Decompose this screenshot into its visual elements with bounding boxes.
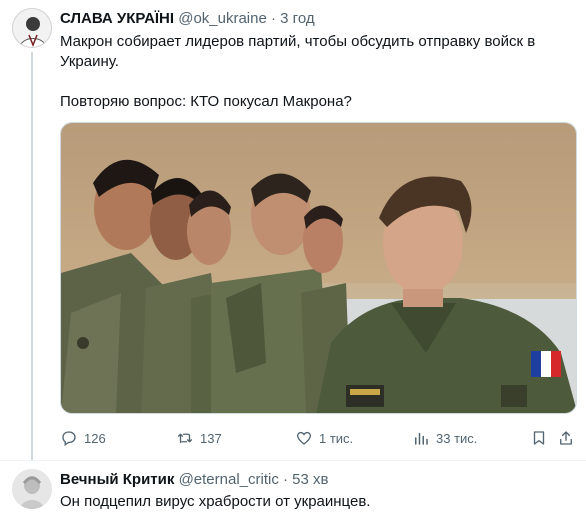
tweet-text-line: Макрон собирает лидеров партий, чтобы об… [60, 33, 536, 70]
views-button[interactable]: 33 тис. [412, 428, 477, 448]
statue-avatar-image [12, 469, 52, 509]
reply-header: Вечный Критик @eternal_critic · 53 хв [60, 471, 329, 488]
tweet-header: СЛАВА УКРАЇНІ @ok_ukraine · 3 год [60, 10, 315, 27]
reply-author-avatar[interactable] [12, 469, 52, 509]
views-icon [415, 432, 428, 445]
tweet-text: Макрон собирает лидеров партий, чтобы об… [60, 32, 560, 112]
bookmark-button[interactable] [530, 428, 548, 448]
thread-line [31, 52, 33, 460]
like-button[interactable]: 1 тис. [295, 428, 353, 448]
heart-icon [296, 431, 312, 445]
tweet-timestamp[interactable]: 3 год [280, 10, 314, 27]
reply-timestamp[interactable]: 53 хв [292, 471, 328, 488]
author-avatar-image [13, 9, 51, 47]
author-avatar[interactable] [12, 8, 52, 48]
tweet-text-line: Повторяю вопрос: КТО покусал Макрона? [60, 93, 352, 110]
reply-author-name[interactable]: Вечный Критик [60, 471, 174, 488]
retweet-icon [177, 433, 193, 444]
reply-icon [62, 431, 76, 447]
like-count: 1 тис. [319, 430, 354, 446]
separator-dot: · [271, 10, 276, 27]
photo-soldiers-and-president [61, 123, 576, 413]
share-button[interactable] [557, 428, 575, 448]
tweet[interactable]: СЛАВА УКРАЇНІ @ok_ukraine · 3 год Макрон… [0, 0, 586, 460]
separator-dot: · [283, 471, 288, 488]
views-count: 33 тис. [436, 430, 478, 446]
reply-tweet[interactable]: Вечный Критик @eternal_critic · 53 хв Он… [0, 461, 586, 523]
tweet-actions: 126 137 1 тис. 33 тис. [60, 428, 580, 448]
reply-text: Он подцепил вирус храбрости от украинцев… [60, 493, 371, 510]
reply-button[interactable]: 126 [60, 428, 106, 448]
author-name[interactable]: СЛАВА УКРАЇНІ [60, 10, 174, 27]
reply-author-handle[interactable]: @eternal_critic [179, 471, 279, 488]
reply-count: 126 [84, 430, 106, 446]
bookmark-icon [533, 431, 545, 445]
share-icon [560, 431, 572, 445]
retweet-count: 137 [200, 430, 222, 446]
tweet-photo[interactable] [60, 122, 577, 414]
author-handle[interactable]: @ok_ukraine [178, 10, 267, 27]
retweet-button[interactable]: 137 [176, 428, 222, 448]
